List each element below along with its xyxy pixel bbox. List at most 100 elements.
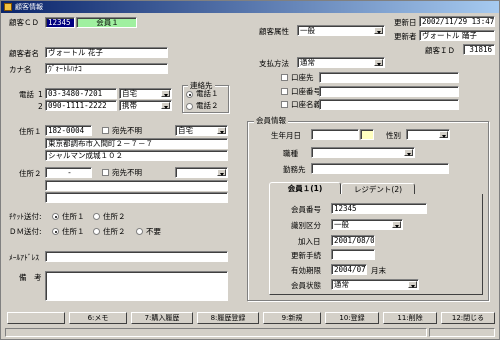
address1-type-value: 自宅 — [178, 126, 193, 135]
updater-field: ヴォートル 踊子 — [419, 30, 495, 41]
phone2-type-select[interactable]: 携帯 — [119, 100, 172, 111]
renew-field[interactable] — [331, 249, 375, 260]
account-no-field[interactable] — [319, 86, 459, 97]
contact-group: 連絡先 電話１ 電話２ — [182, 81, 229, 113]
address2-label: 住所２ — [19, 169, 42, 178]
member-info-group-label: 会員情報 — [254, 116, 288, 126]
chevron-down-icon[interactable] — [439, 131, 448, 138]
address2-type-select[interactable] — [175, 167, 228, 178]
dm-address1-radio[interactable] — [52, 228, 59, 235]
register-button[interactable]: 10:登録 — [325, 312, 379, 324]
close-button[interactable]: 12:閉じる — [441, 312, 495, 324]
memo-button[interactable]: 6:メモ — [69, 312, 127, 324]
phone1-type-select[interactable]: 自宅 — [119, 88, 172, 99]
expiry-field[interactable]: 2004/07 — [331, 264, 367, 275]
phone2-type-value: 携帯 — [122, 101, 137, 110]
customer-cd-field[interactable]: 12345 — [45, 17, 75, 28]
account-checkbox[interactable] — [281, 74, 288, 81]
phone-label: 電話 — [19, 90, 34, 99]
expiry-suffix: 月末 — [371, 266, 386, 275]
account-no-checkbox[interactable] — [281, 88, 288, 95]
delete-button[interactable]: 11:削除 — [383, 312, 437, 324]
address1-zip-field[interactable]: 182-0004 — [45, 125, 92, 136]
address1-label: 住所１ — [19, 127, 42, 136]
category-select[interactable]: 一般 — [331, 219, 403, 230]
status-label: 会員状態 — [291, 281, 321, 290]
function-key-5[interactable] — [7, 312, 65, 324]
birth-date-field[interactable] — [311, 129, 359, 140]
workplace-label: 勤務先 — [283, 165, 306, 174]
joined-label: 加入日 — [298, 237, 321, 246]
address1-line1-field[interactable]: 東京都調布市入間町２－７－７ — [45, 138, 228, 149]
phone2-field[interactable]: 090-1111-2222 — [45, 100, 117, 111]
kana-label: カナ名 — [9, 65, 32, 74]
dm-none-radio[interactable] — [136, 228, 143, 235]
member-number-field[interactable]: 12345 — [331, 203, 427, 214]
updater-label: 更新者 — [394, 32, 417, 41]
account-field[interactable] — [319, 72, 459, 83]
occupation-label: 職種 — [283, 149, 298, 158]
chevron-down-icon[interactable] — [392, 221, 401, 228]
chevron-down-icon[interactable] — [404, 149, 413, 156]
email-field[interactable] — [45, 251, 228, 262]
category-value: 一般 — [334, 220, 349, 229]
address2-unknown-checkbox[interactable] — [102, 169, 109, 176]
workplace-field[interactable] — [311, 163, 449, 174]
customer-id-field: 31816 — [463, 44, 495, 55]
gender-label: 性別 — [386, 131, 401, 140]
contact-phone2-label: 電話２ — [196, 101, 219, 110]
joined-field[interactable]: 2001/08/01 — [331, 235, 375, 246]
payment-method-value: 通常 — [300, 58, 315, 67]
dm-address2-label: 住所２ — [103, 227, 126, 236]
attribute-label: 顧客属性 — [259, 27, 289, 36]
member-number-label: 会員番号 — [291, 205, 321, 214]
attribute-select[interactable]: 一般 — [297, 25, 385, 36]
history-register-button[interactable]: 8:履歴登録 — [197, 312, 259, 324]
chevron-down-icon[interactable] — [161, 102, 170, 109]
gender-select[interactable] — [406, 129, 450, 140]
app-icon — [4, 3, 12, 11]
updated-date-field: 2002/11/29 13:47 — [419, 16, 495, 27]
contact-phone1-radio[interactable] — [186, 91, 193, 98]
address1-type-select[interactable]: 自宅 — [175, 125, 228, 136]
chevron-down-icon[interactable] — [374, 27, 383, 34]
payment-method-label: 支払方法 — [259, 59, 289, 68]
status-value: 通常 — [334, 280, 349, 289]
address2-zip-field[interactable]: - — [45, 167, 92, 178]
ticket-address2-radio[interactable] — [93, 213, 100, 220]
occupation-select[interactable] — [311, 147, 415, 158]
status-select[interactable]: 通常 — [331, 279, 419, 290]
tab-resident[interactable]: レジデント(2) — [341, 183, 415, 194]
account-name-checkbox[interactable] — [281, 101, 288, 108]
ticket-address1-label: 住所１ — [62, 212, 85, 221]
remarks-textarea[interactable] — [45, 271, 228, 301]
ticket-delivery-label: ﾁｹｯﾄ送付 — [9, 212, 39, 221]
ticket-address1-radio[interactable] — [52, 213, 59, 220]
payment-method-select[interactable]: 通常 — [297, 57, 385, 68]
dm-address2-radio[interactable] — [93, 228, 100, 235]
new-button[interactable]: 9:新規 — [263, 312, 321, 324]
chevron-down-icon[interactable] — [217, 169, 226, 176]
phone2-index: 2 — [38, 102, 43, 111]
ticket-delivery-colon: : — [39, 212, 42, 221]
ticket-address2-label: 住所２ — [103, 212, 126, 221]
tab-member1[interactable]: 会員１(1) — [269, 182, 341, 194]
chevron-down-icon[interactable] — [217, 127, 226, 134]
address2-line2-field[interactable] — [45, 192, 228, 203]
name-field[interactable]: ヴォートル 花子 — [45, 47, 168, 58]
chevron-down-icon[interactable] — [408, 281, 417, 288]
address1-line2-field[interactable]: シャルマン成城１０２ — [45, 150, 228, 161]
contact-phone2-radio[interactable] — [186, 103, 193, 110]
chevron-down-icon[interactable] — [161, 90, 170, 97]
phone1-type-value: 自宅 — [122, 89, 137, 98]
chevron-down-icon[interactable] — [374, 59, 383, 66]
phone1-field[interactable]: 03-3480-7201 — [45, 88, 117, 99]
address2-line1-field[interactable] — [45, 180, 228, 191]
address1-unknown-checkbox[interactable] — [102, 127, 109, 134]
kana-field[interactable]: ｳﾞｫｰﾄﾙﾊﾅｺ — [45, 63, 168, 74]
purchase-history-button[interactable]: 7:購入履歴 — [131, 312, 193, 324]
account-name-field[interactable] — [319, 99, 459, 110]
phone1-index: 1 — [38, 90, 43, 99]
birth-date-age-field — [360, 129, 374, 140]
customer-id-label: 顧客ＩＤ — [425, 46, 455, 55]
